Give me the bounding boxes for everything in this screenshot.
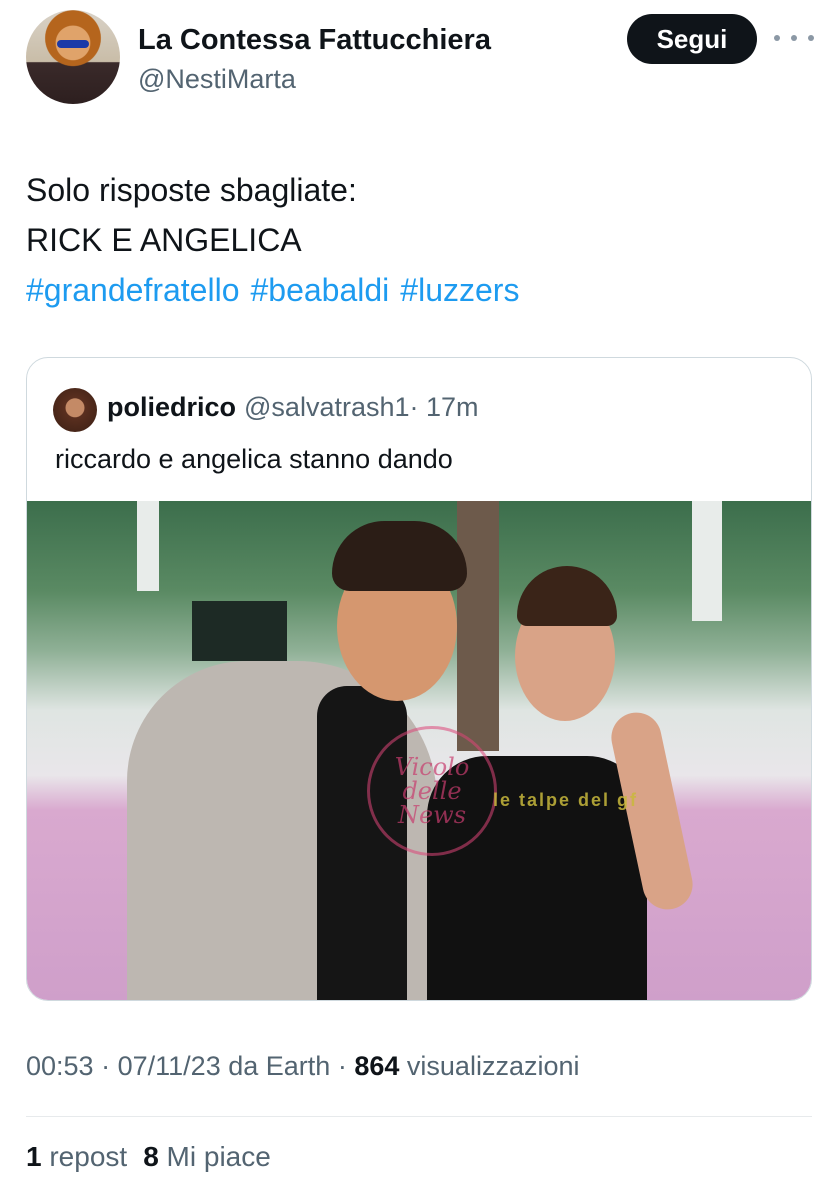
watermark-text: le talpe del gf [493,790,639,810]
quoted-tweet-time: · 17m [409,392,479,422]
quoted-tweet-text: riccardo e angelica stanno dando [55,444,453,474]
sunglasses-shape [57,40,89,48]
quoted-tweet-header: poliedrico @salvatrash1· 17m [107,392,479,423]
hashtag-list: #grandefratello #beabaldi #luzzers [26,265,806,315]
likes-count: 8 [143,1141,159,1172]
likes-stat[interactable]: 8 Mi piace [143,1141,271,1172]
tweet-line: RICK E ANGELICA [26,222,302,258]
woman-hair [517,566,617,626]
watermark-logo: Vicolo delle News [367,726,497,856]
reposts-count: 1 [26,1141,42,1172]
quoted-tweet-card[interactable]: poliedrico @salvatrash1· 17m riccardo e a… [26,357,812,1001]
quoted-author-name: poliedrico [107,392,237,422]
quoted-author-avatar [53,388,97,432]
tweet-text: Solo risposte sbagliate: RICK E ANGELICA… [26,165,806,315]
dot [808,35,814,41]
separator: · [101,1051,111,1081]
views-count: 864 [354,1051,400,1081]
views-label: visualizzazioni [406,1051,580,1081]
background-box [192,601,287,661]
background-pole [692,501,722,621]
tweet-time[interactable]: 00:53 [26,1051,94,1081]
hashtag-link[interactable]: #grandefratello [26,272,239,308]
tweet-line: Solo risposte sbagliate: [26,172,357,208]
tweet-header: La Contessa Fattucchiera @NestiMarta Seg… [26,10,814,110]
dot [774,35,780,41]
dot [791,35,797,41]
man-hair [332,521,467,591]
quoted-tweet-photo[interactable]: Vicolo delle News le talpe del gf [27,501,811,1000]
engagement-stats: 1 repost 8 Mi piace [26,1141,271,1173]
quoted-author-handle: @salvatrash1 [244,392,410,422]
reposts-stat[interactable]: 1 repost [26,1141,127,1172]
divider [26,1116,812,1117]
tweet-date[interactable]: 07/11/23 [118,1051,221,1081]
separator: · [337,1051,347,1081]
follow-button[interactable]: Segui [627,14,757,64]
tweet-source: da Earth [228,1051,331,1081]
hashtag-link[interactable]: #beabaldi [250,272,389,308]
author-name[interactable]: La Contessa Fattucchiera [138,24,491,57]
tweet-meta: 00:53 · 07/11/23 da Earth · 864 visualiz… [26,1051,580,1082]
more-options-icon[interactable] [774,26,814,50]
reposts-label: repost [49,1141,128,1172]
likes-label: Mi piace [166,1141,271,1172]
hashtag-link[interactable]: #luzzers [400,272,519,308]
author-avatar[interactable] [26,10,120,104]
tree-trunk [457,501,499,751]
author-handle[interactable]: @NestiMarta [138,64,296,95]
background-pole [137,501,159,591]
